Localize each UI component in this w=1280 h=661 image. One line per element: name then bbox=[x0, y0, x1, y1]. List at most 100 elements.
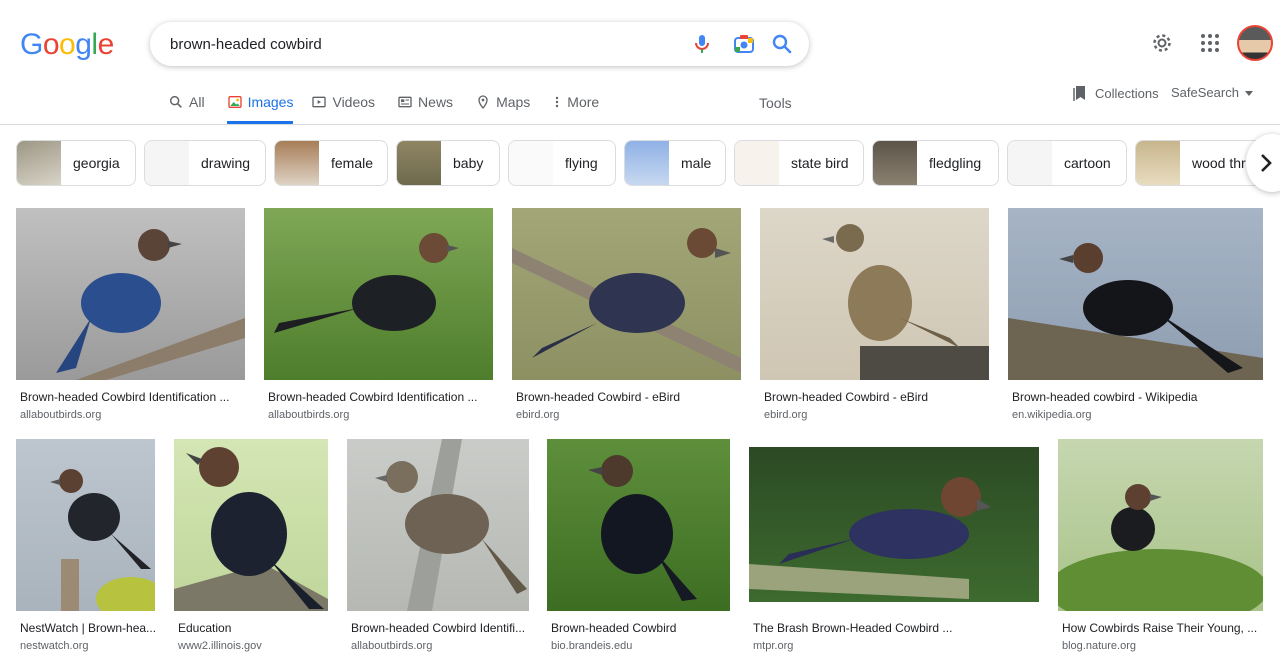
chip-label: baby bbox=[453, 155, 484, 171]
result-source: blog.nature.org bbox=[1062, 640, 1136, 652]
collections-button[interactable]: Collections bbox=[1073, 84, 1159, 102]
bird-illustration bbox=[822, 224, 989, 380]
result-source: nestwatch.org bbox=[20, 640, 89, 652]
result-image bbox=[760, 208, 989, 380]
image-result[interactable]: Brown-headed Cowbird - eBird ebird.org bbox=[512, 208, 741, 421]
bird-illustration bbox=[749, 477, 991, 599]
result-caption: The Brash Brown-Headed Cowbird ... bbox=[753, 621, 953, 635]
image-result[interactable]: Brown-headed Cowbird Identifi... allabou… bbox=[347, 439, 529, 652]
result-image bbox=[1008, 208, 1263, 380]
tab-maps[interactable]: Maps bbox=[475, 86, 530, 118]
tab-label: More bbox=[567, 94, 600, 110]
google-logo[interactable]: Google bbox=[20, 28, 114, 62]
chip-thumbnail bbox=[509, 141, 553, 185]
chip-male[interactable]: male bbox=[624, 140, 726, 186]
header-divider bbox=[0, 124, 1280, 125]
image-result[interactable]: NestWatch | Brown-hea... nestwatch.org bbox=[16, 439, 155, 652]
image-result[interactable]: Brown-headed Cowbird Identification ... … bbox=[16, 208, 245, 421]
image-result[interactable]: The Brash Brown-Headed Cowbird ... mtpr.… bbox=[749, 439, 1039, 652]
chip-thumbnail bbox=[1008, 141, 1052, 185]
bird-illustration bbox=[1058, 484, 1263, 611]
chevron-right-icon bbox=[1261, 154, 1272, 172]
result-caption: How Cowbirds Raise Their Young, ... bbox=[1062, 621, 1258, 635]
microphone-icon[interactable] bbox=[690, 32, 714, 56]
more-vert-icon bbox=[556, 96, 559, 108]
result-image bbox=[347, 439, 529, 611]
image-result[interactable]: Brown-headed Cowbird bio.brandeis.edu bbox=[547, 439, 730, 652]
result-source: ebird.org bbox=[516, 409, 560, 421]
tab-label: Maps bbox=[496, 94, 531, 110]
camera-lens-icon[interactable] bbox=[732, 32, 756, 56]
chip-thumbnail bbox=[1136, 141, 1180, 185]
bird-illustration bbox=[1008, 243, 1263, 380]
chip-thumbnail bbox=[275, 141, 319, 185]
image-icon bbox=[227, 96, 242, 108]
result-source: allaboutbirds.org bbox=[20, 409, 102, 421]
bird-illustration bbox=[50, 469, 155, 611]
chip-fledgling[interactable]: fledgling bbox=[872, 140, 999, 186]
chip-female[interactable]: female bbox=[274, 140, 388, 186]
result-caption: Brown-headed Cowbird - eBird bbox=[764, 390, 929, 404]
result-caption: NestWatch | Brown-hea... bbox=[20, 621, 155, 635]
result-source: allaboutbirds.org bbox=[351, 640, 433, 652]
search-icon bbox=[169, 95, 182, 108]
image-result[interactable]: Brown-headed Cowbird Identification ... … bbox=[264, 208, 493, 421]
chip-baby[interactable]: baby bbox=[396, 140, 500, 186]
bird-illustration bbox=[56, 229, 245, 380]
result-source: en.wikipedia.org bbox=[1012, 409, 1092, 421]
image-result[interactable]: Brown-headed Cowbird - eBird ebird.org bbox=[760, 208, 989, 421]
chip-label: georgia bbox=[73, 155, 120, 171]
result-caption: Brown-headed Cowbird - eBird bbox=[516, 390, 681, 404]
chip-drawing[interactable]: drawing bbox=[144, 140, 266, 186]
caret-down-icon bbox=[1244, 90, 1253, 96]
search-icon[interactable] bbox=[770, 32, 794, 56]
chip-georgia[interactable]: georgia bbox=[16, 140, 136, 186]
tab-news[interactable]: News bbox=[397, 86, 453, 118]
search-input[interactable] bbox=[170, 22, 690, 66]
chip-cartoon[interactable]: cartoon bbox=[1007, 140, 1127, 186]
search-box bbox=[150, 22, 809, 66]
bird-illustration bbox=[274, 233, 459, 333]
chip-thumbnail bbox=[735, 141, 779, 185]
tab-label: All bbox=[189, 94, 205, 110]
result-image bbox=[512, 208, 741, 380]
result-source: mtpr.org bbox=[753, 640, 794, 652]
safesearch-dropdown[interactable]: SafeSearch bbox=[1171, 85, 1253, 100]
gear-icon[interactable] bbox=[1150, 31, 1174, 55]
chip-thumbnail bbox=[625, 141, 669, 185]
tab-all[interactable]: All bbox=[168, 86, 205, 118]
chip-label: female bbox=[331, 155, 374, 171]
bird-illustration bbox=[512, 228, 741, 373]
apps-grid-icon[interactable] bbox=[1198, 31, 1222, 55]
chip-label: state bird bbox=[791, 155, 849, 171]
image-result[interactable]: How Cowbirds Raise Their Young, ... blog… bbox=[1058, 439, 1263, 652]
chip-thumbnail bbox=[873, 141, 917, 185]
chip-thumbnail bbox=[17, 141, 61, 185]
chip-flying[interactable]: flying bbox=[508, 140, 616, 186]
result-caption: Brown-headed cowbird - Wikipedia bbox=[1012, 390, 1198, 404]
result-caption: Education bbox=[178, 621, 232, 635]
chip-state-bird[interactable]: state bird bbox=[734, 140, 864, 186]
image-result[interactable]: Education www2.illinois.gov bbox=[174, 439, 328, 652]
result-image bbox=[16, 208, 245, 380]
tab-images[interactable]: Images bbox=[226, 86, 294, 124]
search-tabs: All Images Videos News Maps More bbox=[168, 86, 621, 124]
tab-more[interactable]: More bbox=[552, 86, 599, 118]
tab-label: News bbox=[418, 94, 454, 110]
bird-illustration bbox=[375, 439, 527, 611]
result-source: www2.illinois.gov bbox=[178, 640, 262, 652]
result-caption: Brown-headed Cowbird Identification ... bbox=[268, 390, 478, 404]
tab-videos[interactable]: Videos bbox=[311, 86, 375, 118]
chip-label: male bbox=[681, 155, 712, 171]
chip-label: drawing bbox=[201, 155, 251, 171]
result-image bbox=[174, 439, 328, 611]
tools-button[interactable]: Tools bbox=[759, 95, 792, 111]
result-image bbox=[264, 208, 493, 380]
result-image bbox=[1058, 439, 1263, 611]
bird-illustration bbox=[588, 455, 697, 601]
related-chips: georgia drawing female baby flying male … bbox=[16, 140, 1280, 186]
tab-label: Videos bbox=[332, 94, 376, 110]
image-result[interactable]: Brown-headed cowbird - Wikipedia en.wiki… bbox=[1008, 208, 1263, 421]
account-avatar[interactable] bbox=[1237, 25, 1273, 61]
newspaper-icon bbox=[398, 96, 412, 108]
